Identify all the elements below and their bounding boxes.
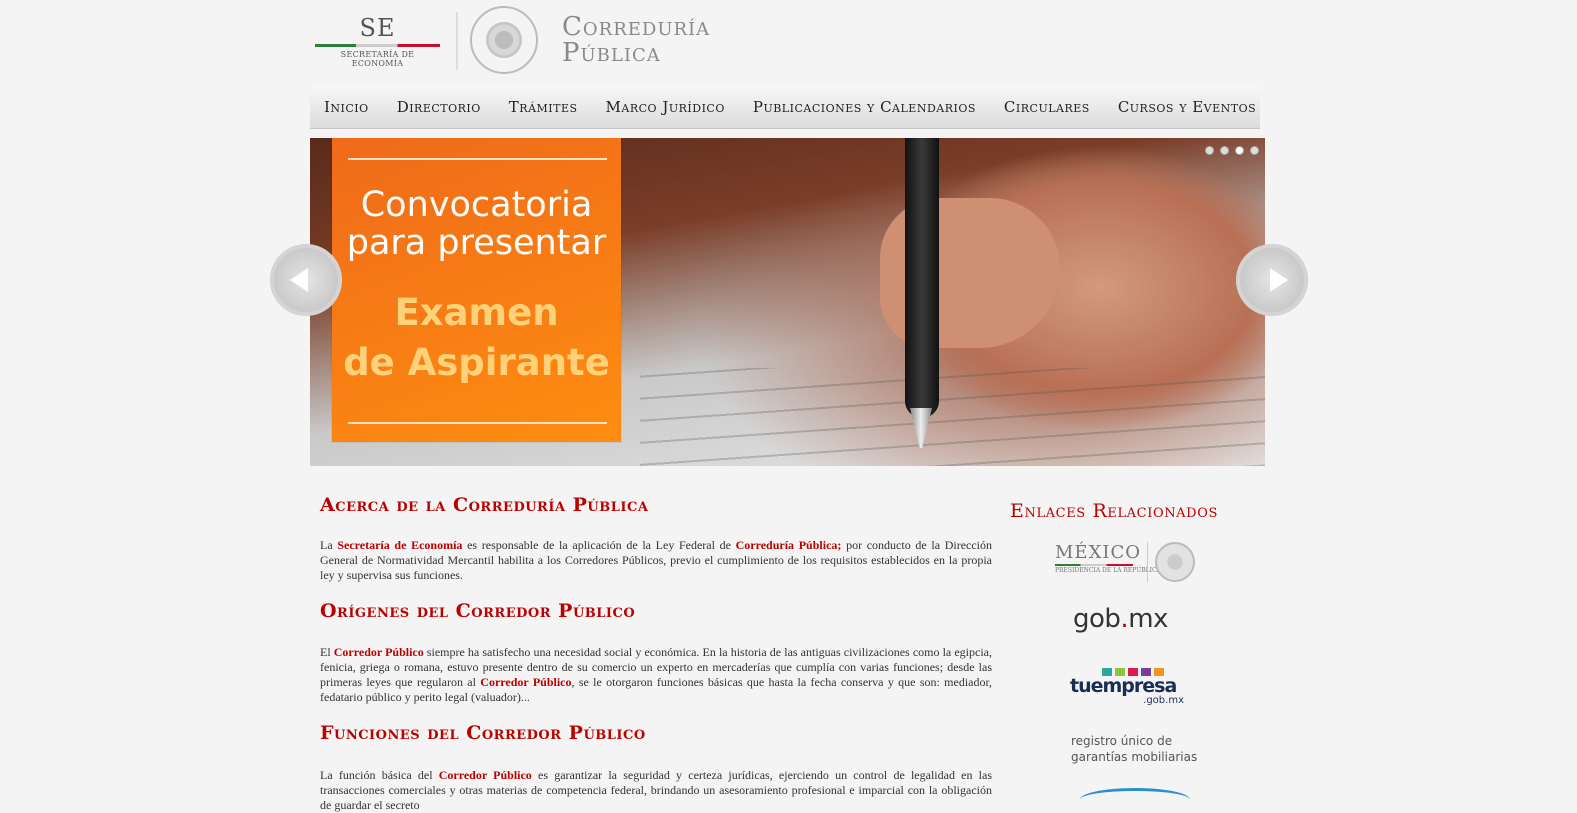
registro-line-1: registro único de	[1071, 734, 1173, 748]
caption-line-4: de Aspirante	[343, 341, 610, 384]
page: SE SECRETARÍA DE ECONOMÍA Correduría Púb…	[0, 0, 1577, 812]
section-title-acerca: Acerca de la Correduría Pública	[320, 494, 649, 516]
tuempresa-domain: .gob.mx	[1143, 695, 1184, 706]
slider-next-button[interactable]	[1236, 244, 1308, 316]
link-tuempresa[interactable]: tuempresa .gob.mx	[1070, 668, 1190, 706]
link-corredor[interactable]: Corredor Público	[334, 645, 424, 659]
brand-line-1: Correduría	[562, 12, 711, 42]
link-corredor[interactable]: Corredor Público	[480, 675, 571, 689]
nav-item-cursos-eventos[interactable]: Cursos y Eventos	[1104, 98, 1270, 116]
slider-dot-2[interactable]	[1220, 146, 1229, 155]
slider-prev-button[interactable]	[270, 244, 342, 316]
slider-dot-4[interactable]	[1250, 146, 1259, 155]
section-text-funciones: La función básica del Corredor Público e…	[320, 768, 992, 812]
registro-line-2: garantías mobiliarias	[1071, 750, 1198, 764]
link-mexico-presidencia[interactable]: MÉXICO PRESIDENCIA DE LA REPÚBLICA	[1055, 542, 1200, 586]
link-gob-mx[interactable]: gob.mx	[1073, 604, 1168, 634]
header: SE SECRETARÍA DE ECONOMÍA Correduría Púb…	[310, 0, 1270, 86]
slider-dot-1[interactable]	[1205, 146, 1214, 155]
se-mark: SE	[359, 14, 396, 42]
mexico-seal-icon	[1155, 542, 1195, 582]
main-nav: Inicio Directorio Trámites Marco Jurídic…	[310, 86, 1260, 129]
se-logo[interactable]: SE SECRETARÍA DE ECONOMÍA	[315, 14, 440, 69]
brand-line-2: Pública	[562, 38, 661, 68]
se-subtitle: SECRETARÍA DE ECONOMÍA	[340, 50, 415, 68]
related-links-sidebar: Enlaces Relacionados MÉXICO PRESIDENCIA …	[1010, 500, 1250, 791]
slide-paper-texture	[640, 368, 1265, 466]
section-text-origenes: El Corredor Público siempre ha satisfech…	[320, 645, 992, 704]
tuempresa-wordmark: tuempresa	[1070, 675, 1177, 697]
link-partial-logo[interactable]	[1080, 788, 1190, 811]
nav-item-inicio[interactable]: Inicio	[310, 98, 383, 116]
arrow-left-icon	[290, 268, 308, 292]
link-secretaria[interactable]: Secretaría de Economía	[337, 538, 462, 552]
mexico-divider	[1147, 542, 1148, 582]
link-correduria[interactable]: Correduría Pública;	[736, 538, 842, 552]
nav-item-publicaciones[interactable]: Publicaciones y Calendarios	[739, 98, 990, 116]
link-registro-garantias[interactable]: registro único de garantías mobiliarias	[1071, 733, 1197, 765]
section-text-acerca: La Secretaría de Economía es responsable…	[320, 538, 993, 582]
caption-line-1: Convocatoria	[360, 185, 593, 225]
slider-pagination	[1205, 146, 1259, 155]
caption-rule-bottom	[348, 422, 607, 424]
mexico-flag-stripe	[1055, 564, 1133, 566]
nav-item-directorio[interactable]: Directorio	[383, 98, 495, 116]
caption-rule-top	[348, 158, 607, 160]
caption-highlight: Examen de Aspirante	[332, 288, 621, 388]
slide-caption-panel[interactable]: Convocatoria para presentar Examen de As…	[332, 138, 621, 442]
section-title-origenes: Orígenes del Corredor Público	[320, 600, 636, 622]
nav-item-marco-juridico[interactable]: Marco Jurídico	[592, 98, 739, 116]
flag-stripe	[315, 44, 440, 47]
site-brand[interactable]: Correduría Pública	[562, 14, 710, 66]
hero-slider[interactable]: Convocatoria para presentar Examen de As…	[310, 138, 1265, 466]
link-corredor[interactable]: Corredor Público	[439, 768, 532, 782]
nav-item-circulares[interactable]: Circulares	[990, 98, 1104, 116]
arrow-right-icon	[1270, 268, 1288, 292]
section-title-funciones: Funciones del Corredor Público	[320, 722, 646, 744]
nav-item-tramites[interactable]: Trámites	[495, 98, 592, 116]
slide-pen	[905, 138, 939, 418]
caption-line-3: Examen	[394, 291, 559, 334]
slider-dot-3[interactable]	[1235, 146, 1244, 155]
caption-line-2: para presentar	[346, 223, 607, 263]
national-seal-icon	[470, 6, 538, 74]
header-divider	[456, 12, 458, 70]
sidebar-title: Enlaces Relacionados	[1010, 500, 1218, 522]
gob-text: gob	[1073, 604, 1121, 634]
gob-mx-text: mx	[1128, 604, 1168, 634]
caption-intro: Convocatoria para presentar	[332, 186, 621, 262]
